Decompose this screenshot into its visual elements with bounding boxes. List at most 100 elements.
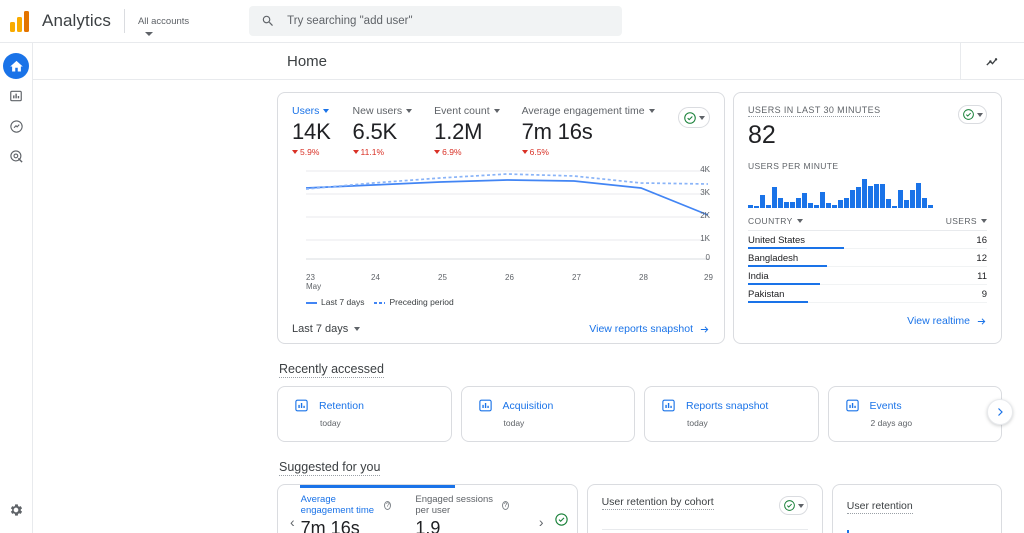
table-cell-country: India (748, 271, 769, 282)
cohort-status-badge[interactable] (778, 496, 808, 515)
suggested-metric-engaged-sessions[interactable]: Engaged sessions per user ? 1.9 3.2% (415, 494, 509, 533)
sparkline-bar (748, 204, 753, 208)
sparkline-bar (832, 204, 837, 208)
sidebar-item-home[interactable] (3, 53, 29, 79)
suggested-prev-button[interactable]: ‹ (284, 514, 301, 530)
recently-accessed-next-button[interactable] (987, 399, 1013, 425)
list-item-when: today (687, 418, 708, 428)
page-title: Home (287, 52, 328, 70)
gear-icon (10, 504, 23, 516)
xtick-28: 28 (639, 273, 648, 282)
help-icon[interactable]: ? (384, 500, 392, 510)
sparkline-bar (820, 192, 825, 208)
realtime-status-badge[interactable] (958, 105, 987, 124)
list-item-top: Reports snapshot (661, 398, 818, 413)
chart-plot (306, 170, 710, 260)
insights-button[interactable] (960, 43, 1024, 79)
sidebar-item-reports[interactable] (3, 83, 29, 109)
suggested-row: ‹ Average engagement time ? 7m 16s 6.5% (277, 484, 1002, 533)
report-bar-icon (295, 399, 308, 412)
metric-new-users-label: New users (352, 105, 403, 117)
brand-title: Analytics (42, 11, 111, 30)
realtime-header-text: USERS IN LAST 30 MINUTES 82 (748, 105, 881, 151)
sidebar-item-admin[interactable] (3, 497, 29, 523)
view-reports-snapshot-link[interactable]: View reports snapshot (589, 323, 710, 335)
analytics-logo-icon (10, 10, 36, 32)
realtime-country-table: COUNTRY USERS United States 16 Bangladesh 1… (748, 216, 987, 303)
list-item-name: Reports snapshot (686, 399, 769, 412)
metric-avg-engagement-time-label-row[interactable]: Average engagement time (522, 105, 655, 117)
suggested-status-badge[interactable] (554, 512, 569, 532)
date-range-selector[interactable]: Last 7 days (292, 323, 361, 335)
ytick-2k: 2K (700, 211, 710, 220)
table-cell-users: 11 (977, 271, 987, 282)
table-cell-users: 12 (976, 253, 987, 264)
list-item[interactable]: Acquisition today (460, 386, 635, 442)
table-row[interactable]: India 11 (748, 267, 987, 285)
users-per-minute-label: USERS PER MINUTE (748, 161, 839, 171)
chevron-down-icon (493, 109, 500, 113)
metric-avg-engagement-time[interactable]: Average engagement time 7m 16s 6.5% (521, 105, 655, 157)
arrow-right-icon (977, 317, 986, 325)
content-area: Home Users 14K 5.9% New users 6.5K 11.1%… (33, 43, 1024, 533)
metric-event-count[interactable]: Event count 1.2M 6.9% (434, 105, 500, 157)
sparkline-bar (796, 197, 801, 208)
ytick-1k: 1K (700, 234, 710, 243)
table-row[interactable]: United States 16 (748, 231, 987, 249)
realtime-header: USERS IN LAST 30 MINUTES 82 (748, 105, 987, 151)
metric-users-label-row[interactable]: Users (292, 105, 331, 117)
list-item-name: Events (869, 399, 902, 412)
account-selector[interactable]: All accounts (138, 16, 193, 36)
metric-avg-engagement-time-value: 7m 16s (521, 119, 593, 144)
scroll-region[interactable]: Users 14K 5.9% New users 6.5K 11.1% Even… (33, 80, 1024, 533)
explore-icon (9, 119, 23, 133)
sparkline-bar (766, 204, 771, 208)
column-users[interactable]: USERS (946, 216, 987, 226)
realtime-value: 82 (748, 121, 776, 149)
realtime-label: USERS IN LAST 30 MINUTES (748, 105, 881, 117)
left-rail (0, 43, 33, 533)
metric-users[interactable]: Users 14K 5.9% (292, 105, 331, 157)
metric-event-count-label-row[interactable]: Event count (434, 105, 500, 117)
list-item-name: Retention (319, 399, 364, 412)
chevron-down-icon (699, 115, 705, 120)
chevron-down-icon (977, 112, 983, 117)
metric-users-label: Users (292, 105, 320, 117)
check-circle-icon (783, 500, 795, 511)
overview-status-badge[interactable] (678, 107, 710, 128)
chevron-down-icon (981, 219, 987, 223)
ytick-0: 0 (705, 253, 710, 262)
sparkline-bar (874, 184, 879, 208)
check-circle-icon (554, 512, 568, 526)
list-item[interactable]: Events 2 days ago (827, 386, 1002, 442)
sparkline-bar (754, 206, 759, 208)
cohort-axis: 20.0% (601, 529, 808, 533)
table-row[interactable]: Bangladesh 12 (748, 249, 987, 267)
column-country[interactable]: COUNTRY (748, 216, 803, 226)
suggested-metric-avg-engagement-time[interactable]: Average engagement time ? 7m 16s 6.5% (301, 494, 392, 533)
chevron-down-icon (406, 109, 413, 113)
sidebar-item-advertising[interactable] (3, 143, 29, 169)
sparkline-bar (760, 195, 765, 208)
sparkline-bar (880, 184, 885, 208)
realtime-card: USERS IN LAST 30 MINUTES 82 USERS PER MI… (733, 92, 1002, 344)
table-row[interactable]: Pakistan 9 (748, 285, 987, 303)
chart-legend: Last 7 days Preceding period (306, 297, 710, 307)
view-realtime-link[interactable]: View realtime (907, 315, 987, 327)
table-cell-country: United States (748, 235, 806, 246)
list-item[interactable]: Reports snapshot today (644, 386, 819, 442)
check-circle-icon (684, 111, 696, 124)
metric-event-count-label: Event count (434, 105, 490, 117)
help-icon[interactable]: ? (501, 500, 509, 510)
suggested-metric-label: Engaged sessions per user (415, 494, 494, 516)
sidebar-item-explore[interactable] (3, 113, 29, 139)
search-input[interactable]: Try searching "add user" (249, 6, 623, 36)
metric-new-users-delta-value: 11.1% (360, 147, 385, 157)
list-item[interactable]: Retention today (277, 386, 452, 442)
series-last-7-days (306, 179, 709, 216)
suggested-next-button[interactable]: › (533, 514, 550, 530)
metric-new-users-label-row[interactable]: New users (353, 105, 413, 117)
arrow-right-icon (700, 325, 709, 333)
metric-new-users[interactable]: New users 6.5K 11.1% (352, 105, 413, 157)
suggested-metric-label-row: Engaged sessions per user ? (415, 494, 509, 516)
